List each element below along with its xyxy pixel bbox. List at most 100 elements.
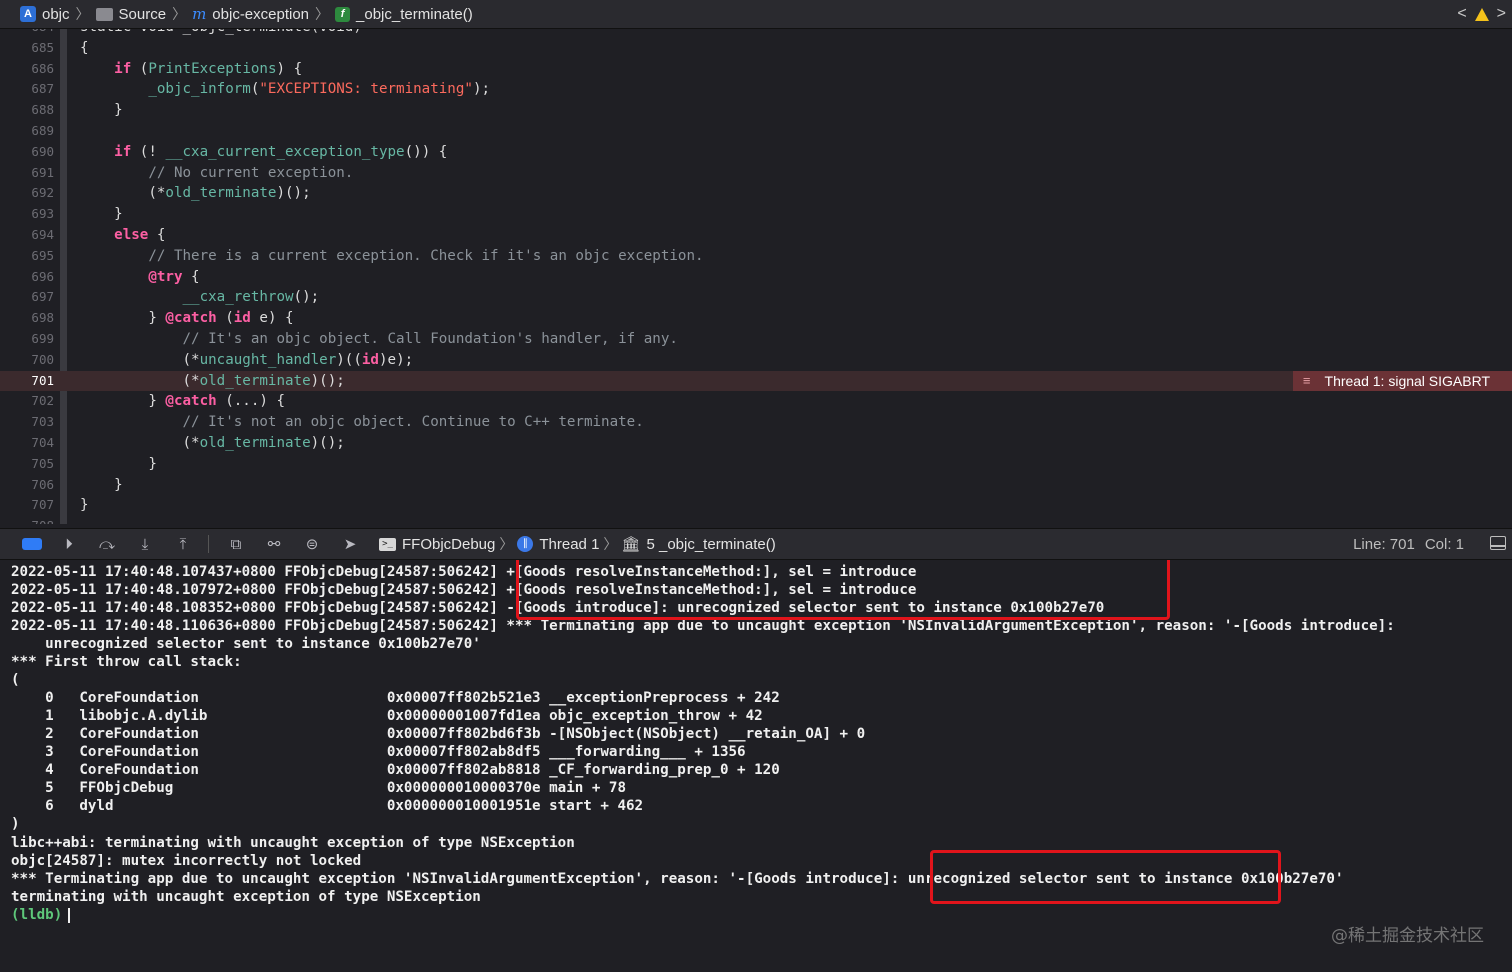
step-over-icon[interactable]: ⤼ [96, 535, 118, 553]
code-line[interactable]: 690 if (! __cxa_current_exception_type()… [0, 142, 1512, 163]
code-token: old_terminate [199, 372, 311, 389]
code-line[interactable]: 688 } [0, 100, 1512, 121]
line-number[interactable]: 704 [10, 433, 54, 454]
line-number[interactable]: 703 [10, 412, 54, 433]
line-number[interactable]: 695 [10, 246, 54, 267]
line-number[interactable]: 708 [10, 516, 54, 524]
breakpoints-toggle-icon[interactable] [22, 538, 42, 550]
code-text: @try { [80, 267, 199, 288]
code-token: _objc_inform [148, 81, 251, 98]
line-number[interactable]: 689 [10, 121, 54, 142]
debug-view-hierarchy-icon[interactable]: ⧉ [225, 535, 247, 553]
code-line[interactable]: 698 } @catch (id e) { [0, 308, 1512, 329]
folder-icon [95, 7, 113, 21]
memory-graph-icon[interactable]: ⚯ [263, 535, 285, 553]
line-number[interactable]: 696 [10, 267, 54, 288]
line-number[interactable]: 699 [10, 329, 54, 350]
line-number[interactable]: 687 [10, 79, 54, 100]
code-line[interactable]: 705 } [0, 454, 1512, 475]
line-number[interactable]: 697 [10, 287, 54, 308]
nav-back-icon[interactable]: < [1457, 5, 1466, 23]
continue-icon[interactable]: ⏵ [58, 535, 80, 553]
step-out-icon[interactable]: ⤒ [172, 535, 194, 553]
code-line[interactable]: 687 _objc_inform("EXCEPTIONS: terminatin… [0, 79, 1512, 100]
line-number[interactable]: 706 [10, 475, 54, 496]
crumb-file[interactable]: m objc-exception [190, 5, 311, 23]
code-line[interactable]: 706 } [0, 475, 1512, 496]
code-line[interactable]: 694 else { [0, 225, 1512, 246]
code-line[interactable]: 697 __cxa_rethrow(); [0, 287, 1512, 308]
code-text: if (PrintExceptions) { [80, 59, 302, 80]
line-number[interactable]: 690 [10, 142, 54, 163]
crumb-function[interactable]: f _objc_terminate() [333, 6, 475, 23]
nav-forward-icon[interactable]: > [1497, 5, 1506, 23]
text-cursor [68, 907, 71, 923]
code-token: (! [131, 143, 166, 160]
code-text: } [80, 454, 157, 475]
code-token: (...) { [216, 393, 286, 410]
line-number[interactable]: 684 [10, 29, 54, 38]
code-token: } [80, 393, 166, 410]
crumb-process[interactable]: >_ FFObjcDebug [379, 536, 495, 553]
lldb-prompt-line[interactable]: (lldb) [11, 906, 71, 924]
code-line-current[interactable]: 701 (*old_terminate)(); ≡ Thread 1: signal… [0, 370, 1512, 392]
crumb-thread[interactable]: ∥ Thread 1 [517, 536, 599, 553]
code-line[interactable]: 700 (*uncaught_handler)((id)e); [0, 350, 1512, 371]
code-line[interactable]: 708 [0, 516, 1512, 524]
warning-icon[interactable] [1474, 7, 1489, 21]
code-token: )(); [310, 435, 345, 451]
code-line[interactable]: 684 static void _objc_terminate(void) [0, 29, 1512, 38]
crumb-frame-label: 5 _objc_terminate() [646, 535, 776, 553]
debug-console[interactable]: 2022-05-11 17:40:48.107437+0800 FFObjcDe… [0, 560, 1512, 972]
code-line[interactable]: 695 // There is a current exception. Che… [0, 246, 1512, 267]
line-number[interactable]: 685 [10, 38, 54, 59]
crumb-folder[interactable]: Source [94, 6, 169, 23]
code-line[interactable]: 703 // It's not an objc object. Continue… [0, 412, 1512, 433]
code-token: else [114, 227, 149, 243]
code-token: old_terminate [165, 185, 277, 202]
code-line[interactable]: 702 } @catch (...) { [0, 391, 1512, 412]
line-number[interactable]: 692 [10, 183, 54, 204]
source-editor[interactable]: 684 static void _objc_terminate(void) 685 {… [0, 29, 1512, 524]
environment-overrides-icon[interactable]: ⊜ [301, 535, 323, 553]
line-number[interactable]: 694 [10, 225, 54, 246]
code-line[interactable]: 685 { [0, 38, 1512, 59]
code-line[interactable]: 696 @try { [0, 267, 1512, 288]
code-token: @catch [165, 310, 217, 327]
line-number[interactable]: 693 [10, 204, 54, 225]
code-line[interactable]: 692 (*old_terminate)(); [0, 183, 1512, 204]
code-line[interactable]: 693 } [0, 204, 1512, 225]
code-text: __cxa_rethrow(); [80, 287, 320, 308]
crumb-frame[interactable]: 🏛 5 _objc_terminate() [621, 535, 776, 554]
project-icon: A [20, 6, 36, 22]
line-number[interactable]: 691 [10, 163, 54, 184]
line-number[interactable]: 701 [10, 371, 54, 392]
code-line[interactable]: 691 // No current exception. [0, 163, 1512, 184]
crumb-project[interactable]: A objc [18, 6, 72, 23]
line-number[interactable]: 707 [10, 495, 54, 516]
code-line[interactable]: 686 if (PrintExceptions) { [0, 59, 1512, 80]
code-line[interactable]: 704 (*old_terminate)(); [0, 433, 1512, 454]
code-line[interactable]: 707} [0, 495, 1512, 516]
code-line[interactable]: 699 // It's an objc object. Call Foundat… [0, 329, 1512, 350]
line-number[interactable]: 702 [10, 391, 54, 412]
line-number[interactable]: 686 [10, 59, 54, 80]
objc-file-icon: m [192, 5, 207, 23]
code-token: } [80, 476, 123, 493]
thread-icon: ∥ [517, 536, 534, 552]
hide-debug-area-icon[interactable] [1490, 536, 1506, 550]
line-number[interactable]: 705 [10, 454, 54, 475]
code-token: } [80, 455, 157, 472]
line-number[interactable]: 698 [10, 308, 54, 329]
step-into-icon[interactable]: ⤓ [134, 535, 156, 553]
stack-frame-icon: 🏛 [621, 536, 641, 553]
line-number[interactable]: 700 [10, 350, 54, 371]
console-line: 0 CoreFoundation 0x00007ff802b521e3 __ex… [11, 690, 780, 706]
line-number[interactable]: 688 [10, 100, 54, 121]
error-annotation[interactable]: ≡ Thread 1: signal SIGABRT [1292, 370, 1512, 392]
simulate-location-icon[interactable]: ➤ [339, 535, 361, 553]
code-line[interactable]: 689 [0, 121, 1512, 142]
code-token: @try [148, 268, 183, 285]
code-token: __cxa_current_exception_type [165, 143, 405, 160]
